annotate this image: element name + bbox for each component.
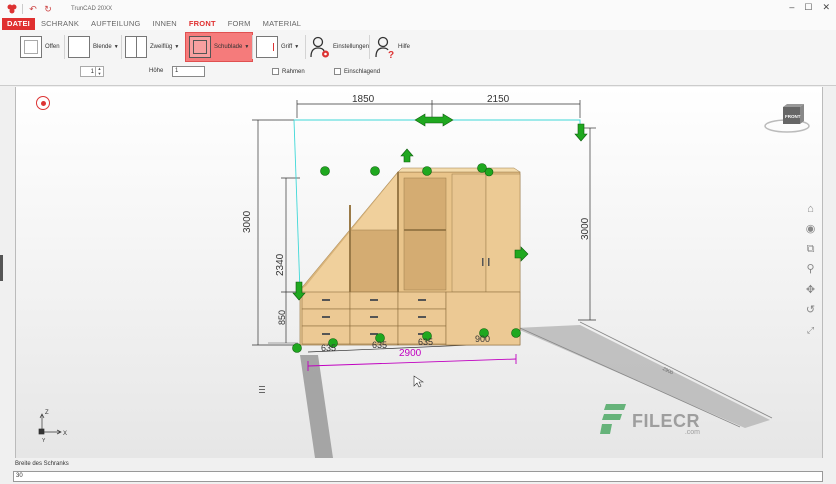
panel-icon <box>68 36 90 58</box>
einschlagend-checkbox[interactable]: Einschlagend <box>334 68 380 75</box>
watermark: FILECR .com <box>600 402 700 436</box>
watermark-brand: FILECR <box>632 411 700 431</box>
open-front-icon <box>20 36 42 58</box>
menu-front[interactable]: FRONT <box>183 18 222 30</box>
hilfe-label: Hilfe <box>398 44 411 50</box>
dim-left-total: 3000 <box>242 210 253 233</box>
schublade-button[interactable]: Schublade ▼ <box>185 32 254 62</box>
3d-viewport[interactable] <box>15 87 823 458</box>
zoom-icon[interactable]: ⚲ <box>804 263 817 276</box>
dim-drawer-4: 900 <box>475 334 491 344</box>
view-cube-label: FRONT <box>785 114 801 119</box>
menu-datei[interactable]: DATEI <box>2 18 35 30</box>
count-value: 1 <box>90 68 94 75</box>
rahmen-checkbox[interactable]: Rahmen <box>272 68 305 75</box>
ribbon-toolbar: Offen Blende ▼ Zweiflüg ▼ Schublade ▼ Griff… <box>0 30 836 86</box>
dim-left-lower: 850 <box>277 309 287 325</box>
ribbon-separator <box>121 35 122 59</box>
close-button[interactable]: ✕ <box>822 2 830 13</box>
zweifluegelig-button[interactable]: Zweiflüg ▼ <box>125 33 179 61</box>
menu-schrank[interactable]: SCHRANK <box>35 18 85 30</box>
title-bar: ↶ ↻ TrunCAD 20XX – ☐ ✕ <box>0 0 836 18</box>
ribbon-separator <box>64 35 65 59</box>
user-settings-icon <box>310 36 329 58</box>
command-input[interactable]: 30 <box>13 471 823 482</box>
offen-label: Offen <box>45 44 60 50</box>
quick-access-separator <box>22 4 23 14</box>
ribbon-separator <box>305 35 306 59</box>
einschlagend-label: Einschlagend <box>344 68 381 75</box>
dim-top-right: 2150 <box>487 94 510 105</box>
dim-bottom-width: 2900 <box>399 348 422 359</box>
blende-button[interactable]: Blende ▼ <box>68 33 119 61</box>
drawer-icon <box>189 36 211 58</box>
chevron-down-icon: ▼ <box>113 44 119 50</box>
ribbon-separator <box>252 35 253 59</box>
dim-drawer-3: 635 <box>418 337 434 347</box>
undo-icon[interactable]: ↶ <box>27 3 39 15</box>
chevron-down-icon: ▼ <box>244 44 250 50</box>
redo-icon[interactable]: ↻ <box>42 3 54 15</box>
zoom-window-icon[interactable]: ⧉ <box>804 243 817 256</box>
handle-icon <box>256 36 278 58</box>
double-door-icon <box>125 36 147 58</box>
visibility-eye-icon[interactable] <box>36 96 50 110</box>
status-label: Breite des Schranks <box>15 461 69 467</box>
dim-drawer-1: 635 <box>321 343 337 353</box>
menu-innen[interactable]: INNEN <box>147 18 183 30</box>
dim-top-left: 1850 <box>352 94 375 105</box>
window-title: TrunCAD 20XX <box>71 6 113 12</box>
left-panel-strip <box>0 87 15 458</box>
svg-text:?: ? <box>388 50 394 59</box>
view-cube[interactable]: FRONT <box>762 104 812 136</box>
checkbox-icon <box>334 68 341 75</box>
user-help-icon: ? <box>375 36 394 59</box>
dim-right-height: 3000 <box>580 217 591 240</box>
filecr-logo-icon <box>600 404 626 434</box>
view-cube-ring-icon <box>764 104 810 133</box>
ribbon-separator <box>369 35 370 59</box>
hoehe-input[interactable]: 1 <box>172 66 205 77</box>
rotate-icon[interactable]: ↺ <box>804 304 817 317</box>
left-panel-splitter[interactable] <box>0 255 3 281</box>
maximize-button[interactable]: ☐ <box>804 2 812 13</box>
orbit-icon[interactable]: ◉ <box>804 223 817 236</box>
menu-material[interactable]: MATERIAL <box>257 18 308 30</box>
app-logo-icon[interactable] <box>6 3 18 15</box>
chevron-down-icon: ▼ <box>294 44 300 50</box>
chevron-down-icon: ▼ <box>174 44 180 50</box>
minimize-button[interactable]: – <box>789 2 794 13</box>
blende-label: Blende <box>93 44 112 50</box>
fullscreen-icon[interactable]: ⤢ <box>804 324 817 337</box>
dim-drawer-2: 635 <box>372 340 388 350</box>
rahmen-label: Rahmen <box>282 68 305 75</box>
griff-button[interactable]: Griff ▼ <box>256 33 299 61</box>
offen-button[interactable]: Offen <box>20 33 60 61</box>
menu-aufteilung[interactable]: AUFTEILUNG <box>85 18 147 30</box>
dim-left-upper: 2340 <box>275 253 286 276</box>
griff-label: Griff <box>281 44 293 50</box>
hilfe-button[interactable]: ? Hilfe <box>374 33 410 61</box>
count-stepper[interactable]: 1 ▲ ▼ <box>80 66 104 77</box>
hoehe-label: Höhe <box>149 68 164 74</box>
checkbox-icon <box>272 68 279 75</box>
right-panel-strip <box>823 87 836 458</box>
einstellungen-button[interactable]: Einstellungen <box>309 33 369 61</box>
zweifluegelig-label: Zweiflüg <box>150 44 173 50</box>
menu-bar: DATEI SCHRANK AUFTEILUNG INNEN FRONT FOR… <box>0 18 836 30</box>
einstellungen-label: Einstellungen <box>333 44 370 50</box>
stepper-arrows-icon[interactable]: ▲ ▼ <box>95 66 103 76</box>
schublade-label: Schublade <box>214 44 243 50</box>
pan-icon[interactable]: ✥ <box>804 284 817 297</box>
home-view-icon[interactable]: ⌂ <box>804 203 817 216</box>
menu-form[interactable]: FORM <box>222 18 257 30</box>
